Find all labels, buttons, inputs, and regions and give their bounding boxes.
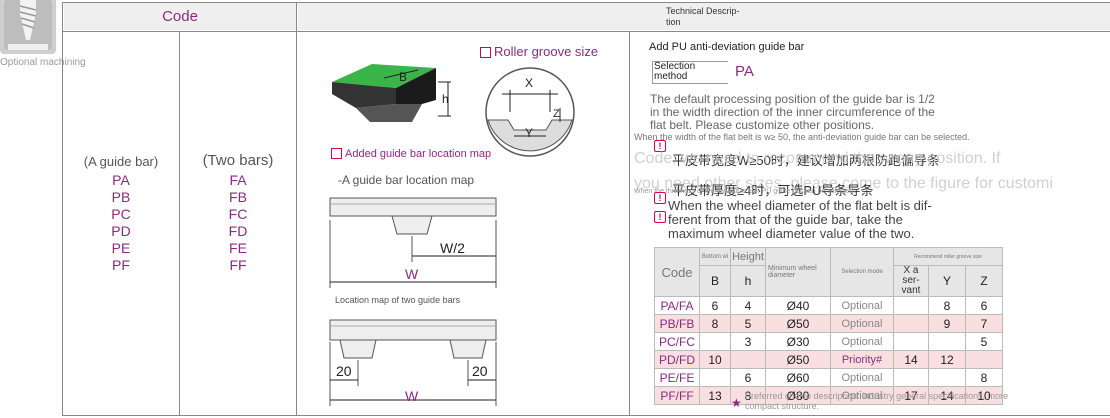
header-B: B [699,265,731,297]
default-position-paragraph: The default processing position of the g… [650,93,935,132]
header-X: X a ser- vant [893,265,929,297]
code-item: PC [111,206,131,222]
spec-table: Code Bottom wi Height Minimum wheel diame… [654,247,1003,405]
header-Z: Z [965,265,1003,297]
note-line: maximum wheel diameter value of the two. [668,226,915,241]
dim-20-left: 20 [336,363,352,379]
dim-X-label: X [525,76,534,90]
table-header-row: Code Bottom wi Height Minimum wheel diame… [654,247,1003,297]
roller-groove-title: Roller groove size [480,44,598,59]
header-selection-mode: Selection mode [830,247,894,297]
wheel-diameter-note: When the wheel diameter of the flat belt… [668,199,932,241]
footer-line: compact structure. [745,401,820,411]
code-item: FB [229,189,247,205]
col-a-codes: PA PB PC PD PE PF [64,172,178,274]
dim-20-right: 20 [472,363,488,379]
code-item: FC [228,206,248,222]
code-item: FE [229,240,247,256]
col-b-codes: FA FB FC FD FE FF [180,172,296,274]
footer-line: Preferred choice description: industry g… [745,391,1009,401]
added-map-title: Added guide bar location map [331,148,491,160]
header-Y: Y [928,265,966,297]
tech-header-line1: Technical Descrip- [666,6,740,16]
dim-W-label-two: W [405,388,419,404]
star-icon: ★ [731,396,742,410]
single-map-title: -A guide bar location map [338,173,475,187]
col-divider-1 [62,2,63,416]
col-divider-4 [629,31,630,416]
sidebar-label: Optional machining [0,57,86,68]
dim-W2-label: W/2 [440,240,465,256]
table-row: PA/FA 6 4 Ø40 Optional 8 6 [654,296,1003,315]
selection-label-2: method [654,71,688,82]
preferred-choice-note: Preferred choice description: industry g… [745,391,1008,411]
bottom-rule [62,415,1110,416]
col-divider-3 [296,2,297,416]
header-bottom-width: Bottom wi [699,247,731,266]
code-item: FF [229,257,247,273]
bullet-square-icon [331,148,342,159]
note-line: When the wheel diameter of the flat belt… [668,198,932,213]
selection-method-box: Selection method [652,61,728,84]
table-row: PD/FD 10 Ø50 Priority# 14 12 [654,350,1003,369]
para-line: flat belt. Please customize other positi… [650,118,875,132]
header-code: Code [654,247,700,297]
header-groove: Recommend roller groove size [893,247,1003,266]
note-line: ferent from that of the guide bar, take … [668,212,903,227]
overlay-recommend-line: Code, we need to recommend the wrong pos… [634,150,1001,167]
code-item: PA [112,172,130,188]
col-a-title: (A guide bar) [83,154,159,169]
warn-icon-3: ! [654,205,666,223]
table-row: PE/FE 6 Ø60 Optional 8 [654,368,1003,387]
header-rule [62,31,1110,32]
bullet-square-icon [480,47,491,58]
machining-icon [0,0,56,54]
dim-B-label: B [399,70,408,84]
warn-icon-2: ! [654,186,666,204]
code-item: FA [229,172,247,188]
code-item: PB [111,189,131,205]
code-item: PD [111,223,131,239]
dim-W-label-single: W [405,266,419,282]
dim-h-label: h [442,92,449,106]
code-item: PF [112,257,130,273]
note-thickness-small: When the thickness of the flat belt is ≥… [634,188,856,195]
table-row: PC/FC 3 Ø30 Optional 5 [654,332,1003,351]
table-row: PB/FB 8 5 Ø50 Optional 9 7 [654,314,1003,333]
header-min-wheel: Minimum wheel diameter [765,247,831,297]
tech-header: Technical Descrip- tion [298,3,1110,30]
header-height: Height [730,247,766,266]
top-rule [62,2,1110,3]
note-width-small: When the width of the flat belt is w≥ 50… [634,132,970,142]
two-map-title: Location map of two guide bars [335,295,461,305]
dim-Y-label: Y [525,126,534,140]
add-guide-bar-title: Add PU anti-deviation guide bar [649,41,805,53]
col-b-title: (Two bars) [202,152,274,169]
code-item: PE [111,240,131,256]
selection-value: PA [735,63,754,80]
dim-Z-label: Z [553,108,560,120]
code-item: FD [228,223,248,239]
header-h: h [730,265,766,297]
code-header: Code [64,3,296,30]
tech-header-line2: tion [666,17,681,27]
